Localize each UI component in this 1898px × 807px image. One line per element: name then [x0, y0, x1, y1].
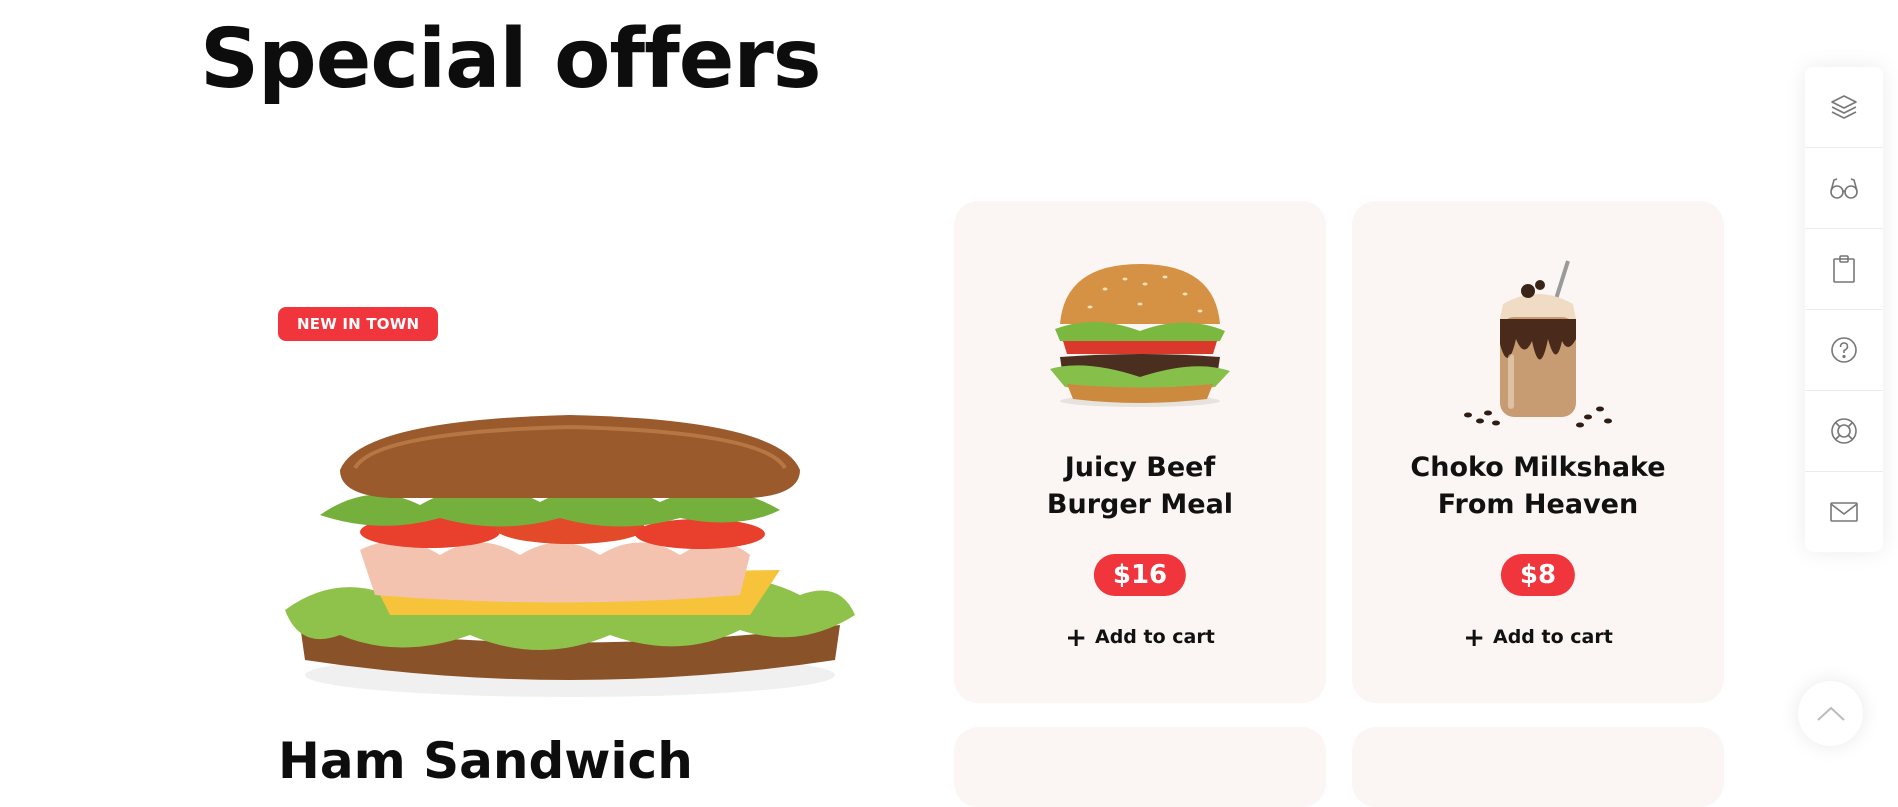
layers-button[interactable]	[1805, 67, 1883, 148]
glasses-button[interactable]	[1805, 148, 1883, 229]
card-name: Juicy Beef Burger Meal	[954, 449, 1326, 523]
card-name-line: From Heaven	[1437, 489, 1639, 520]
lifebuoy-icon	[1831, 418, 1857, 444]
add-to-cart-label: Add to cart	[1094, 626, 1215, 648]
chevron-up-icon	[1816, 706, 1845, 721]
offer-card	[1352, 727, 1724, 807]
add-to-cart-button[interactable]: + Add to cart	[1352, 623, 1724, 653]
card-name: Choko Milkshake From Heaven	[1352, 449, 1724, 523]
price-badge: $8	[1500, 554, 1576, 596]
mail-button[interactable]	[1805, 472, 1883, 552]
card-name-line: Juicy Beef	[1064, 452, 1216, 483]
help-button[interactable]	[1805, 310, 1883, 391]
mail-icon	[1830, 502, 1858, 522]
side-toolbar	[1805, 67, 1883, 552]
plus-icon: +	[1463, 623, 1485, 653]
price-badge: $16	[1093, 554, 1187, 596]
layers-icon	[1831, 95, 1857, 119]
new-badge: NEW IN TOWN	[278, 307, 439, 341]
add-to-cart-label: Add to cart	[1492, 626, 1613, 648]
scroll-to-top-button[interactable]	[1798, 681, 1863, 746]
support-button[interactable]	[1805, 391, 1883, 472]
card-name-line: Choko Milkshake	[1410, 452, 1666, 483]
burger-image	[1050, 264, 1230, 407]
glasses-icon	[1830, 178, 1858, 199]
add-to-cart-button[interactable]: + Add to cart	[954, 623, 1326, 653]
featured-item-name: Ham Sandwich	[278, 732, 693, 790]
offer-card-burger: Juicy Beef Burger Meal $16 + Add to cart	[954, 201, 1326, 703]
offer-card	[954, 727, 1326, 807]
card-name-line: Burger Meal	[1046, 489, 1234, 520]
clipboard-icon	[1833, 255, 1855, 283]
plus-icon: +	[1065, 623, 1087, 653]
offer-card-milkshake: Choko Milkshake From Heaven $8 + Add to c…	[1352, 201, 1724, 703]
clipboard-button[interactable]	[1805, 229, 1883, 310]
milkshake-image	[1464, 260, 1612, 428]
ham-sandwich-image	[285, 415, 855, 697]
help-icon	[1831, 337, 1857, 363]
section-title: Special offers	[200, 12, 822, 107]
